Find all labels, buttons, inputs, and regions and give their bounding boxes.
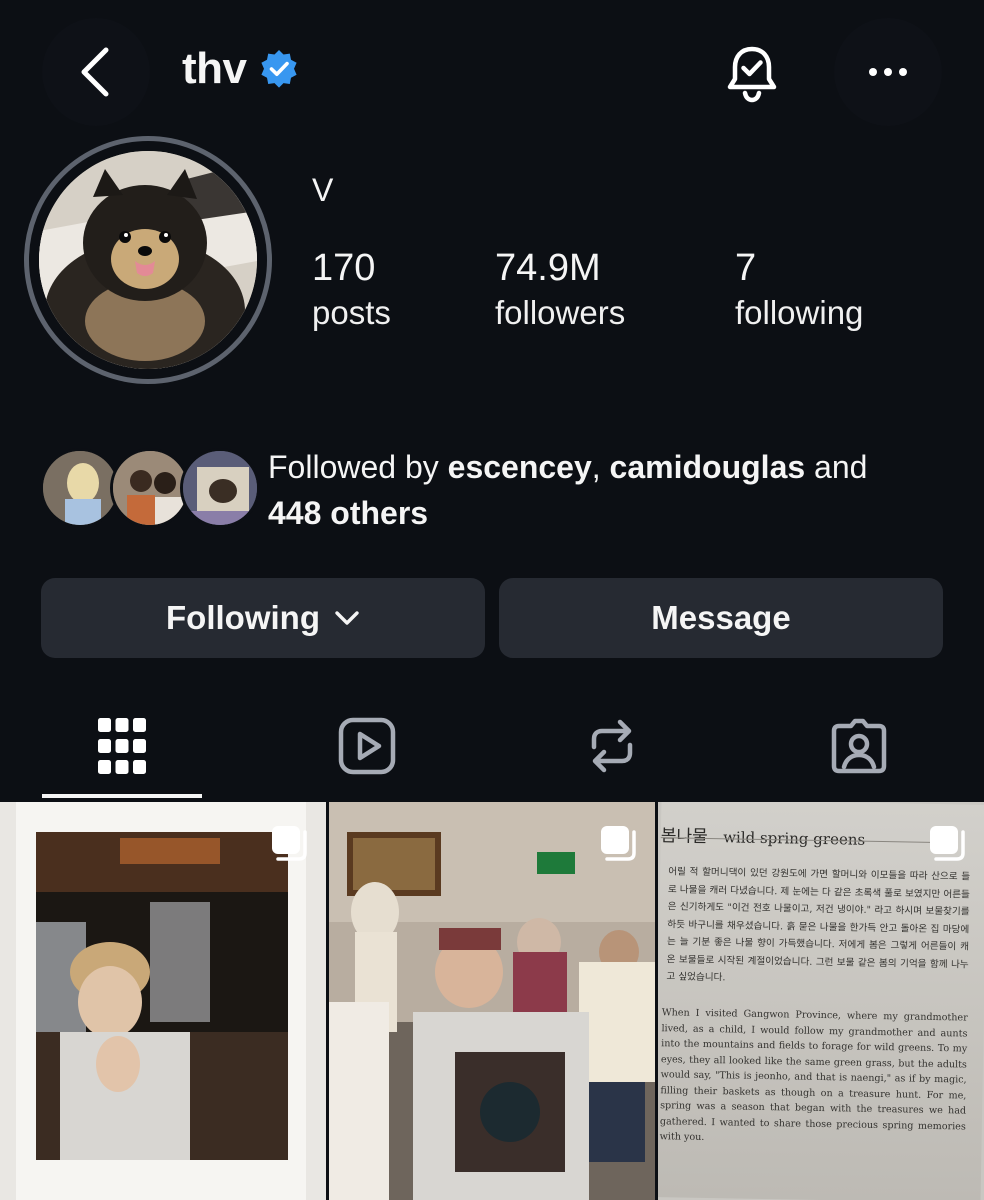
mutual-username[interactable]: escencey xyxy=(448,449,592,485)
more-horizontal-icon-dot xyxy=(869,68,877,76)
reels-icon xyxy=(338,717,396,775)
multiple-posts-icon xyxy=(272,826,307,861)
multiple-posts-icon xyxy=(930,826,965,861)
display-name: V xyxy=(312,172,334,208)
stat-label: posts xyxy=(312,294,391,331)
tab-reposts[interactable] xyxy=(552,710,672,782)
followers-count[interactable]: 74.9M followers xyxy=(495,246,625,336)
dog-photo xyxy=(39,151,257,369)
grid-icon xyxy=(98,718,146,774)
message-button-label: Message xyxy=(651,599,791,636)
chevron-left-icon xyxy=(81,47,109,97)
profile-username-header: thv xyxy=(182,44,299,94)
active-tab-indicator xyxy=(42,794,202,798)
mutual-avatar xyxy=(110,448,190,528)
mutual-avatar xyxy=(40,448,120,528)
stat-label: following xyxy=(735,294,864,331)
profile-avatar xyxy=(39,151,257,369)
and-text: and xyxy=(805,449,868,485)
mutual-username[interactable]: camidouglas xyxy=(610,449,806,485)
more-options-button[interactable] xyxy=(834,18,942,126)
more-horizontal-icon-dot xyxy=(884,68,892,76)
stat-value: 74.9M xyxy=(495,247,601,289)
post-thumbnail[interactable] xyxy=(329,802,655,1200)
profile-avatar-ring[interactable] xyxy=(24,136,272,384)
reposts-icon xyxy=(591,719,633,773)
book-korean-text: 어릴 적 할머니댁이 있던 강원도에 가면 할머니와 이모들을 따라 산으로 들… xyxy=(666,866,971,984)
following-button-label: Following xyxy=(166,599,320,636)
following-button[interactable]: Following xyxy=(41,578,485,658)
mutual-followers-avatars[interactable] xyxy=(40,448,260,530)
tab-reels[interactable] xyxy=(307,710,427,782)
post-thumbnail[interactable]: 봄나물 wild spring greens 어릴 적 할머니댁이 있던 강원도… xyxy=(658,802,984,1200)
stat-label: followers xyxy=(495,294,626,331)
others-count[interactable]: 448 others xyxy=(268,495,428,531)
bell-check-icon xyxy=(727,46,777,103)
message-button[interactable]: Message xyxy=(499,578,943,658)
back-button[interactable] xyxy=(42,18,150,126)
tab-tagged[interactable] xyxy=(799,710,919,782)
more-horizontal-icon-dot xyxy=(899,68,907,76)
verified-badge-icon xyxy=(260,50,297,88)
stat-value: 170 xyxy=(312,247,376,289)
following-count[interactable]: 7 following xyxy=(735,246,863,336)
tab-posts-grid[interactable] xyxy=(62,710,182,782)
tagged-icon xyxy=(831,718,887,774)
separator: , xyxy=(591,449,610,485)
chevron-down-icon xyxy=(335,611,359,625)
multiple-posts-icon xyxy=(601,826,636,861)
posts-count[interactable]: 170 posts xyxy=(312,246,391,336)
book-english-text: When I visited Gangwon Province, where m… xyxy=(659,1007,968,1143)
notifications-button[interactable] xyxy=(716,38,788,110)
post-thumbnail[interactable] xyxy=(0,802,326,1200)
mutual-avatar xyxy=(180,448,260,528)
followed-by-text[interactable]: Followed by escencey, camidouglas and 448… xyxy=(268,444,958,536)
book-page-title: 봄나물 wild spring greens xyxy=(661,821,951,851)
stat-value: 7 xyxy=(735,247,757,289)
followed-by-prefix: Followed by xyxy=(268,449,448,485)
username: thv xyxy=(182,44,247,93)
